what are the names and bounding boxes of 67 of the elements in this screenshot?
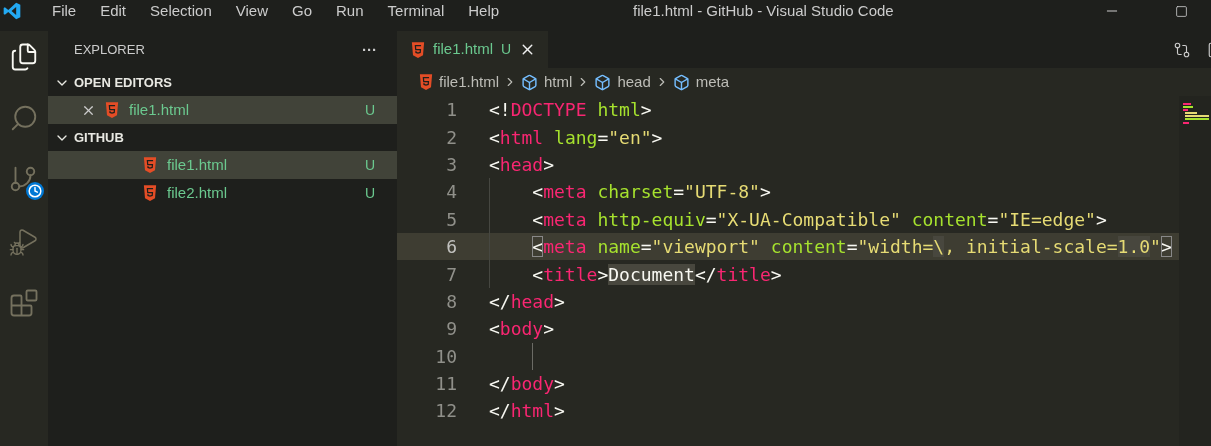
editor-tab[interactable]: file1.html U [397,31,549,68]
line-number: 1 [445,98,457,123]
code-line: </body> [489,372,565,397]
git-status: U [364,183,375,203]
files-icon[interactable] [9,42,39,72]
more-actions-button[interactable]: ··· [362,38,377,62]
line-number: 7 [445,262,457,287]
line-number: 6 [445,235,457,260]
menu-item[interactable]: Help [456,0,512,23]
line-number: 3 [445,152,457,177]
breadcrumb-item[interactable]: head [617,70,651,94]
code-line: <meta charset="UTF-8"> [531,180,771,205]
code-line: </html> [489,399,565,424]
code-line: <head> [489,152,555,177]
file-item[interactable]: file2.html U [48,179,397,207]
cube-icon [594,73,612,91]
code-line: <title>Document</title> [531,262,782,287]
file-name: file1.html [129,99,191,120]
html-file-icon [143,157,157,173]
file-name: file2.html [167,182,229,203]
git-status: U [364,155,375,175]
line-number: 4 [445,180,457,205]
code-line: <!DOCTYPE html> [489,98,652,123]
maximize-icon[interactable] [1175,4,1188,18]
breadcrumb-item[interactable]: meta [695,70,730,94]
extensions-icon[interactable] [9,288,39,318]
html-file-icon [411,41,425,58]
section-header[interactable]: GITHUB [48,124,397,151]
html-file-icon [105,102,119,118]
file-item[interactable]: file1.html U [48,151,397,179]
run-debug-icon[interactable] [9,227,39,257]
cube-icon [672,73,690,91]
breadcrumb-item[interactable]: html [544,70,573,94]
line-number: 10 [434,344,457,369]
menu-item[interactable]: Edit [88,0,139,23]
code-line: </head> [489,289,565,314]
compare-changes-icon[interactable] [1173,40,1191,59]
menu-item[interactable]: Selection [138,0,224,23]
menu-item[interactable]: Terminal [375,0,457,23]
code-line: <meta http-equiv="X-UA-Compatible" content="IE=edge"> [531,207,1107,232]
line-number: 2 [445,125,457,150]
minimap-drawing [1183,103,1211,127]
menu-item[interactable]: File [40,0,89,23]
code-line: <meta name="viewport" content="width=\, initial-scale=1.0"> [531,235,1172,260]
line-number: 12 [434,399,457,424]
code-line: <html lang="en"> [489,125,663,150]
search-icon[interactable] [9,103,39,133]
menu-item[interactable]: Go [280,0,324,23]
cube-icon [521,73,539,91]
code-line: <body> [489,317,555,342]
git-status: U [501,40,512,59]
line-number: 5 [445,207,457,232]
breadcrumb-item[interactable]: file1.html [439,70,500,94]
html-file-icon [419,74,433,90]
line-number: 9 [445,317,457,342]
line-number: 11 [434,372,457,397]
menu-item[interactable]: Run [324,0,376,23]
line-number: 8 [445,289,457,314]
git-status: U [364,100,375,120]
file-item[interactable]: file1.html U [48,96,397,124]
section-header[interactable]: OPEN EDITORS [48,69,397,96]
app-logo-icon [2,1,22,21]
menu-item[interactable]: View [223,0,280,23]
window-title: file1.html - GitHub - Visual Studio Code [633,0,894,21]
file-name: file1.html [167,154,229,175]
sidebar-title: EXPLORER [74,41,145,60]
html-file-icon [143,185,157,201]
